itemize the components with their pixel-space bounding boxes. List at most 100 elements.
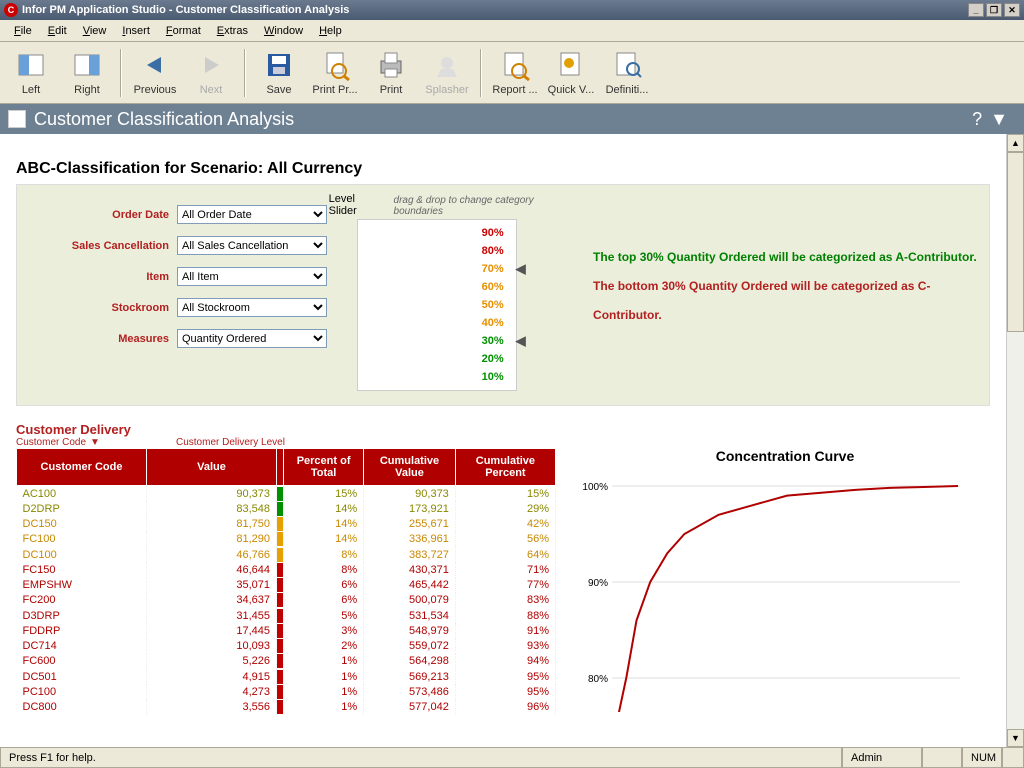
scroll-up-button[interactable]: ▲: [1007, 134, 1024, 152]
status-help: Press F1 for help.: [0, 748, 842, 768]
col-header[interactable]: Value: [147, 449, 277, 486]
table-row[interactable]: FDDRP17,4453%548,97991%: [17, 623, 556, 638]
table-row[interactable]: DC8003,5561%577,04296%: [17, 700, 556, 715]
left-pane-icon: [15, 49, 47, 81]
ytick-90: 90%: [588, 578, 608, 589]
table-row[interactable]: D2DRP83,54814%173,92129%: [17, 501, 556, 516]
report-title: Customer Classification Analysis: [34, 109, 294, 130]
filter-select[interactable]: All Item: [177, 267, 327, 286]
toolbar: LeftRight PreviousNext SavePrint Pr...Prin…: [0, 42, 1024, 104]
menu-extras[interactable]: Extras: [209, 23, 256, 39]
slider-tick[interactable]: 10%: [398, 368, 504, 386]
report-icon: [499, 49, 531, 81]
toolbar-left-pane[interactable]: Left: [4, 44, 58, 102]
quick-view-icon: [555, 49, 587, 81]
filter-select[interactable]: All Sales Cancellation: [177, 236, 327, 255]
filter-select[interactable]: All Order Date: [177, 205, 327, 224]
toolbar-arrow-left[interactable]: Previous: [128, 44, 182, 102]
filter-stockroom: StockroomAll Stockroom: [27, 298, 341, 317]
table-row[interactable]: PC1004,2731%573,48695%: [17, 684, 556, 699]
slider-tick[interactable]: 60%: [398, 278, 504, 296]
slider-tick[interactable]: 70%◀: [398, 260, 504, 278]
toolbar-print-preview[interactable]: Print Pr...: [308, 44, 362, 102]
slider-hint: drag & drop to change category boundarie…: [394, 195, 578, 217]
menu-help[interactable]: Help: [311, 23, 350, 39]
sort-column-label[interactable]: Customer Code▼: [16, 437, 176, 448]
scroll-thumb[interactable]: [1007, 152, 1024, 332]
classification-info: The top 30% Quantity Ordered will be cat…: [593, 193, 979, 391]
report-header: Customer Classification Analysis ? ▼: [0, 104, 1024, 134]
help-icon[interactable]: ?: [972, 109, 982, 130]
vertical-scrollbar[interactable]: ▲ ▼: [1006, 134, 1024, 747]
toolbar-floppy[interactable]: Save: [252, 44, 306, 102]
menu-insert[interactable]: Insert: [114, 23, 158, 39]
ytick-100: 100%: [582, 482, 608, 493]
col-header[interactable]: Cumulative Percent: [455, 449, 555, 486]
print-preview-icon: [319, 49, 351, 81]
menubar: FileEditViewInsertFormatExtrasWindowHelp: [0, 20, 1024, 42]
col-header[interactable]: Cumulative Value: [364, 449, 456, 486]
slider-handle-icon[interactable]: ◀: [516, 260, 526, 278]
col-header[interactable]: Percent of Total: [284, 449, 364, 486]
floppy-icon: [263, 49, 295, 81]
filter-item: ItemAll Item: [27, 267, 341, 286]
filter-label: Item: [27, 271, 177, 283]
menu-format[interactable]: Format: [158, 23, 209, 39]
table-row[interactable]: DC71410,0932%559,07293%: [17, 639, 556, 654]
toolbar-arrow-right: Next: [184, 44, 238, 102]
window-titlebar: C Infor PM Application Studio - Customer…: [0, 0, 1024, 20]
resize-grip[interactable]: [1002, 748, 1024, 768]
status-num: NUM: [962, 748, 1002, 768]
toolbar-report[interactable]: Report ...: [488, 44, 542, 102]
menu-window[interactable]: Window: [256, 23, 311, 39]
table-row[interactable]: DC10046,7668%383,72764%: [17, 547, 556, 562]
slider-handle-icon[interactable]: ◀: [516, 332, 526, 350]
table-row[interactable]: FC15046,6448%430,37171%: [17, 562, 556, 577]
app-icon: C: [4, 3, 18, 17]
table-row[interactable]: FC10081,29014%336,96156%: [17, 532, 556, 547]
toolbar-definition[interactable]: Definiti...: [600, 44, 654, 102]
toolbar-right-pane[interactable]: Right: [60, 44, 114, 102]
window-title: Infor PM Application Studio - Customer C…: [22, 4, 349, 16]
filter-select[interactable]: Quantity Ordered: [177, 329, 327, 348]
close-button[interactable]: ✕: [1004, 3, 1020, 17]
chart-svg: 100% 90% 80%: [580, 472, 960, 712]
filter-label: Order Date: [27, 209, 177, 221]
scroll-down-button[interactable]: ▼: [1007, 729, 1024, 747]
info-top: The top 30% Quantity Ordered will be cat…: [593, 243, 979, 272]
slider-tick[interactable]: 90%: [398, 224, 504, 242]
menu-view[interactable]: View: [75, 23, 115, 39]
table-row[interactable]: AC10090,37315%90,37315%: [17, 486, 556, 502]
slider-tick[interactable]: 30%◀: [398, 332, 504, 350]
definition-icon: [611, 49, 643, 81]
customer-table: Customer CodeValuePercent of TotalCumula…: [16, 448, 556, 715]
table-row[interactable]: D3DRP31,4555%531,53488%: [17, 608, 556, 623]
restore-button[interactable]: ❐: [986, 3, 1002, 17]
table-row[interactable]: FC20034,6376%500,07983%: [17, 593, 556, 608]
menu-file[interactable]: File: [6, 23, 40, 39]
slider-tick[interactable]: 50%: [398, 296, 504, 314]
slider-tick[interactable]: 20%: [398, 350, 504, 368]
dropdown-icon[interactable]: ▼: [990, 109, 1008, 130]
table-row[interactable]: DC5014,9151%569,21395%: [17, 669, 556, 684]
arrow-left-icon: [139, 49, 171, 81]
minimize-button[interactable]: _: [968, 3, 984, 17]
filter-label: Sales Cancellation: [27, 240, 177, 252]
slider-tick[interactable]: 80%: [398, 242, 504, 260]
menu-edit[interactable]: Edit: [40, 23, 75, 39]
chart-title: Concentration Curve: [580, 448, 990, 464]
delivery-level-label: Customer Delivery Level: [176, 437, 285, 448]
col-header[interactable]: Customer Code: [17, 449, 147, 486]
table-row[interactable]: DC15081,75014%255,67142%: [17, 517, 556, 532]
status-user: Admin: [842, 748, 922, 768]
filter-select[interactable]: All Stockroom: [177, 298, 327, 317]
splasher-icon: [431, 49, 463, 81]
printer-icon: [375, 49, 407, 81]
filter-sales-cancellation: Sales CancellationAll Sales Cancellation: [27, 236, 341, 255]
table-row[interactable]: EMPSHW35,0716%465,44277%: [17, 578, 556, 593]
table-row[interactable]: FC6005,2261%564,29894%: [17, 654, 556, 669]
level-slider[interactable]: 90%80%70%◀60%50%40%30%◀20%10%: [357, 219, 517, 391]
toolbar-printer[interactable]: Print: [364, 44, 418, 102]
toolbar-quick-view[interactable]: Quick V...: [544, 44, 598, 102]
slider-tick[interactable]: 40%: [398, 314, 504, 332]
